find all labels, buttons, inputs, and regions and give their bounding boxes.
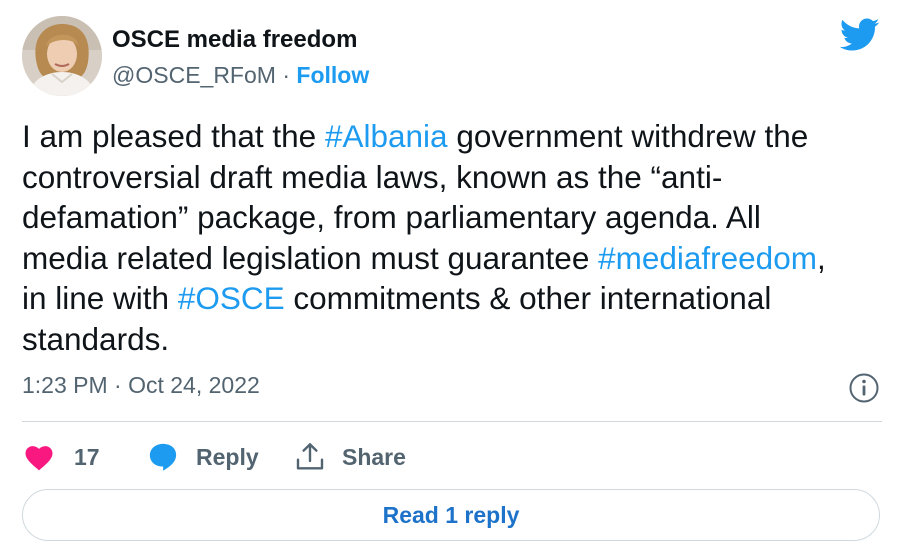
hashtag-link[interactable]: #mediafreedom xyxy=(598,240,817,276)
author-handle-row: @OSCE_RFoM · Follow xyxy=(112,62,369,89)
tweet-text-segment: government withdrew the xyxy=(447,118,809,154)
tweet-text-segment: in line with xyxy=(22,280,178,316)
info-icon[interactable] xyxy=(848,372,880,404)
tweet-text-segment: defamation” package, from parliamentary … xyxy=(22,199,761,235)
tweet-text-line: controversial draft media laws, known as… xyxy=(22,157,888,198)
tweet-text-segment: commitments & other international xyxy=(284,280,772,316)
tweet-timestamp[interactable]: 1:23 PM · Oct 24, 2022 xyxy=(22,372,260,399)
share-button[interactable]: Share xyxy=(294,440,406,474)
like-button[interactable]: 17 xyxy=(24,440,100,474)
tweet-text-line: media related legislation must guarantee… xyxy=(22,238,888,279)
read-replies-button[interactable]: Read 1 reply xyxy=(22,489,880,541)
tweet-text-segment: standards. xyxy=(22,320,170,357)
like-count: 17 xyxy=(74,443,100,470)
hashtag-link[interactable]: #OSCE xyxy=(178,280,285,316)
tweet-text-line: standards. xyxy=(22,319,888,360)
author-handle[interactable]: @OSCE_RFoM xyxy=(112,62,276,88)
tweet-text: I am pleased that the #Albania governmen… xyxy=(22,116,888,359)
handle-separator: · xyxy=(282,62,290,88)
tweet-text-line: I am pleased that the #Albania governmen… xyxy=(22,116,888,157)
reply-bubble-icon xyxy=(149,443,177,471)
tweet-text-segment: media related legislation must guarantee xyxy=(22,239,599,276)
tweet-text-segment: controversial draft media laws, known as… xyxy=(22,158,723,195)
tweet-text-line: defamation” package, from parliamentary … xyxy=(22,197,888,238)
tweet-text-segment: I am pleased that the xyxy=(22,118,325,154)
tweet-card: OSCE media freedom @OSCE_RFoM · Follow I… xyxy=(0,0,900,558)
author-display-name[interactable]: OSCE media freedom xyxy=(112,26,357,54)
hashtag-link[interactable]: #Albania xyxy=(325,118,448,154)
avatar[interactable] xyxy=(22,16,102,96)
reply-button[interactable]: Reply xyxy=(148,440,259,474)
share-label: Share xyxy=(342,443,406,470)
twitter-bird-icon[interactable] xyxy=(839,18,880,52)
heart-icon xyxy=(25,445,53,470)
share-icon xyxy=(296,443,324,470)
divider xyxy=(22,421,882,422)
reply-label: Reply xyxy=(196,443,259,470)
read-replies-label: Read 1 reply xyxy=(382,501,520,528)
tweet-text-line: in line with #OSCE commitments & other i… xyxy=(22,278,888,319)
follow-button[interactable]: Follow xyxy=(296,62,369,88)
tweet-text-segment: , xyxy=(816,239,826,276)
